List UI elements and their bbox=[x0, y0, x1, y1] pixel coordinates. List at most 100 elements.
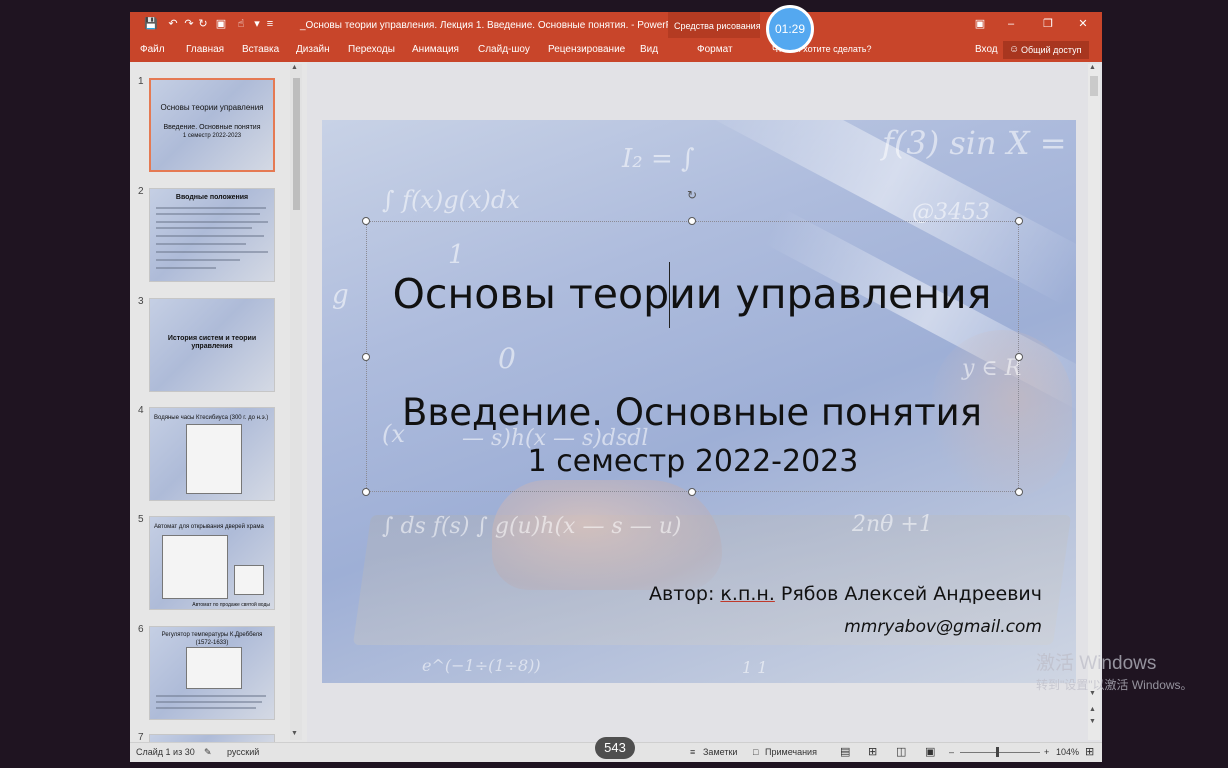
author-name: Рябов Алексей Андреевич bbox=[780, 583, 1042, 605]
slide-email[interactable]: mmryabov@gmail.com bbox=[844, 617, 1042, 637]
reading-view-icon[interactable]: ◫ bbox=[896, 745, 906, 758]
slide-editor: f(3) sin X = I₂ = ∫ ∫ f(x)g(x)dx @3453 1… bbox=[307, 62, 1102, 742]
resize-handle[interactable] bbox=[1015, 353, 1023, 361]
resize-handle[interactable] bbox=[362, 488, 370, 496]
document-title: _Основы теории управления. Лекция 1. Вве… bbox=[300, 20, 689, 31]
thumb-title: Водяные часы Ктесибиуса (300 г. до н.э.) bbox=[154, 415, 269, 421]
editor-scrollbar[interactable]: ▲ ▼ ▲ ▼ bbox=[1088, 64, 1100, 740]
thumb-title: История систем и теории управления bbox=[167, 335, 257, 350]
repeat-icon[interactable]: ↻ bbox=[196, 17, 210, 31]
zoom-in-icon[interactable]: + bbox=[1044, 747, 1049, 757]
save-icon[interactable]: 💾 bbox=[144, 17, 158, 31]
qat-dropdown-icon[interactable]: ▾ bbox=[250, 17, 264, 31]
tab-format-label[interactable]: Формат bbox=[697, 44, 733, 55]
language-indicator[interactable]: русский bbox=[227, 747, 259, 757]
current-slide[interactable]: f(3) sin X = I₂ = ∫ ∫ f(x)g(x)dx @3453 1… bbox=[322, 120, 1076, 683]
notes-icon: ≡ bbox=[690, 747, 696, 757]
formula-decoration: I₂ = ∫ bbox=[622, 144, 695, 174]
editor-scroll-thumb[interactable] bbox=[1090, 76, 1098, 96]
zoom-level[interactable]: 104% bbox=[1056, 747, 1079, 757]
share-button[interactable]: ☺ Общий доступ bbox=[1003, 41, 1089, 59]
ribbon-display-options-icon[interactable]: ▣ bbox=[972, 17, 988, 31]
rotate-handle-icon[interactable]: ↻ bbox=[687, 189, 699, 201]
thumb-title: Вводные положения bbox=[175, 194, 249, 201]
zoom-slider-thumb[interactable] bbox=[996, 747, 999, 757]
thumbnails-scrollbar[interactable]: ▲ ▼ bbox=[290, 64, 302, 740]
thumb-title: Регулятор температуры К.Дреббеля (1572-1… bbox=[161, 632, 263, 646]
zoom-out-icon[interactable]: – bbox=[949, 747, 954, 757]
thumbnail-slide-1[interactable]: Основы теории управления Введение. Основ… bbox=[149, 78, 275, 172]
tab-view[interactable]: Вид bbox=[640, 44, 658, 55]
slide-thumbnails-pane: 1 Основы теории управления Введение. Осн… bbox=[130, 62, 305, 744]
thumb-title: Основы теории управления bbox=[160, 103, 264, 112]
resize-handle[interactable] bbox=[688, 217, 696, 225]
comments-button[interactable]: Примечания bbox=[765, 747, 817, 757]
thumb-number: 4 bbox=[138, 405, 144, 416]
thumbnail-slide-3[interactable]: История систем и теории управления bbox=[149, 298, 275, 392]
slide-semester[interactable]: 1 семестр 2022-2023 bbox=[322, 444, 1064, 479]
author-degree: к.п.н. bbox=[720, 583, 775, 605]
zoom-slider[interactable] bbox=[960, 752, 1040, 753]
spellcheck-icon[interactable]: ✎ bbox=[204, 747, 212, 758]
redo-icon[interactable]: ↷ bbox=[182, 17, 196, 31]
formula-decoration: e^(−1÷(1÷8)) bbox=[422, 656, 541, 675]
comments-icon: □ bbox=[753, 747, 759, 757]
thumb-title: Автомат для открывания дверей храма bbox=[154, 524, 264, 530]
resize-handle[interactable] bbox=[688, 488, 696, 496]
resize-handle[interactable] bbox=[362, 353, 370, 361]
tab-slideshow[interactable]: Слайд-шоу bbox=[478, 44, 530, 55]
activation-watermark: 激活 Windows bbox=[1036, 653, 1157, 674]
thumb-image bbox=[186, 424, 242, 494]
tab-home[interactable]: Главная bbox=[186, 44, 224, 55]
slideshow-start-icon[interactable]: ▣ bbox=[214, 17, 228, 31]
tab-review[interactable]: Рецензирование bbox=[548, 44, 625, 55]
person-icon: ☺ bbox=[1009, 44, 1020, 55]
author-prefix: Автор: bbox=[649, 583, 715, 605]
resize-handle[interactable] bbox=[362, 217, 370, 225]
thumb-subtitle: Введение. Основные понятия bbox=[163, 124, 261, 131]
resize-handle[interactable] bbox=[1015, 488, 1023, 496]
tab-design[interactable]: Дизайн bbox=[296, 44, 330, 55]
tab-file[interactable]: Файл bbox=[140, 44, 165, 55]
slide-author[interactable]: Автор: к.п.н. Рябов Алексей Андреевич bbox=[649, 583, 1042, 605]
formula-decoration: ∫ f(x)g(x)dx bbox=[382, 186, 520, 214]
next-slide-icon[interactable]: ▼ bbox=[1089, 718, 1096, 725]
thumbnail-slide-2[interactable]: Вводные положения bbox=[149, 188, 275, 282]
formula-decoration: f(3) sin X = bbox=[882, 124, 1067, 162]
thumb-image bbox=[186, 647, 242, 689]
customize-qat-icon[interactable]: ≡ bbox=[263, 17, 277, 31]
title-bar: 💾 ↶ ↷ ↻ ▣ ☝ ▾ ≡ _Основы теории управлени… bbox=[130, 12, 1102, 62]
scroll-down-icon[interactable]: ▼ bbox=[291, 730, 298, 737]
resize-handle[interactable] bbox=[1015, 217, 1023, 225]
maximize-icon[interactable]: ❐ bbox=[1040, 17, 1056, 31]
slide-sorter-icon[interactable]: ⊞ bbox=[868, 745, 877, 758]
scroll-up-icon[interactable]: ▲ bbox=[291, 64, 298, 71]
thumbnail-slide-6[interactable]: Регулятор температуры К.Дреббеля (1572-1… bbox=[149, 626, 275, 720]
thumbnail-slide-5[interactable]: Автомат для открывания дверей храма Авто… bbox=[149, 516, 275, 610]
minimize-icon[interactable]: – bbox=[1003, 17, 1019, 31]
slideshow-view-icon[interactable]: ▣ bbox=[925, 745, 935, 758]
activation-watermark-hint: 转到"设置"以激活 Windows。 bbox=[1036, 678, 1193, 692]
thumbnail-slide-4[interactable]: Водяные часы Ктесибиуса (300 г. до н.э.) bbox=[149, 407, 275, 501]
fit-slide-icon[interactable]: ⊞ bbox=[1085, 745, 1094, 758]
tab-insert[interactable]: Вставка bbox=[242, 44, 279, 55]
normal-view-icon[interactable]: ▤ bbox=[840, 745, 850, 758]
sign-in-link[interactable]: Вход bbox=[975, 44, 998, 55]
notes-button[interactable]: Заметки bbox=[703, 747, 737, 757]
thumb-number: 5 bbox=[138, 514, 144, 525]
touch-mode-icon[interactable]: ☝ bbox=[234, 17, 248, 31]
slide-subtitle[interactable]: Введение. Основные понятия bbox=[322, 391, 1062, 434]
tab-animations[interactable]: Анимация bbox=[412, 44, 459, 55]
formula-decoration: 2nθ +1 bbox=[852, 512, 933, 537]
thumbnails-scroll-thumb[interactable] bbox=[293, 78, 300, 210]
thumb-number: 2 bbox=[138, 186, 144, 197]
tab-transitions[interactable]: Переходы bbox=[348, 44, 395, 55]
slide-title[interactable]: Основы теории управления bbox=[322, 270, 1062, 318]
ribbon-tabs: Файл Главная Вставка Дизайн Переходы Ани… bbox=[130, 38, 1102, 88]
scroll-up-icon[interactable]: ▲ bbox=[1089, 64, 1096, 71]
powerpoint-window: 💾 ↶ ↷ ↻ ▣ ☝ ▾ ≡ _Основы теории управлени… bbox=[130, 12, 1102, 762]
close-icon[interactable]: ✕ bbox=[1075, 17, 1091, 31]
undo-icon[interactable]: ↶ bbox=[166, 17, 180, 31]
thumb-number: 1 bbox=[138, 76, 144, 87]
previous-slide-icon[interactable]: ▲ bbox=[1089, 706, 1096, 713]
